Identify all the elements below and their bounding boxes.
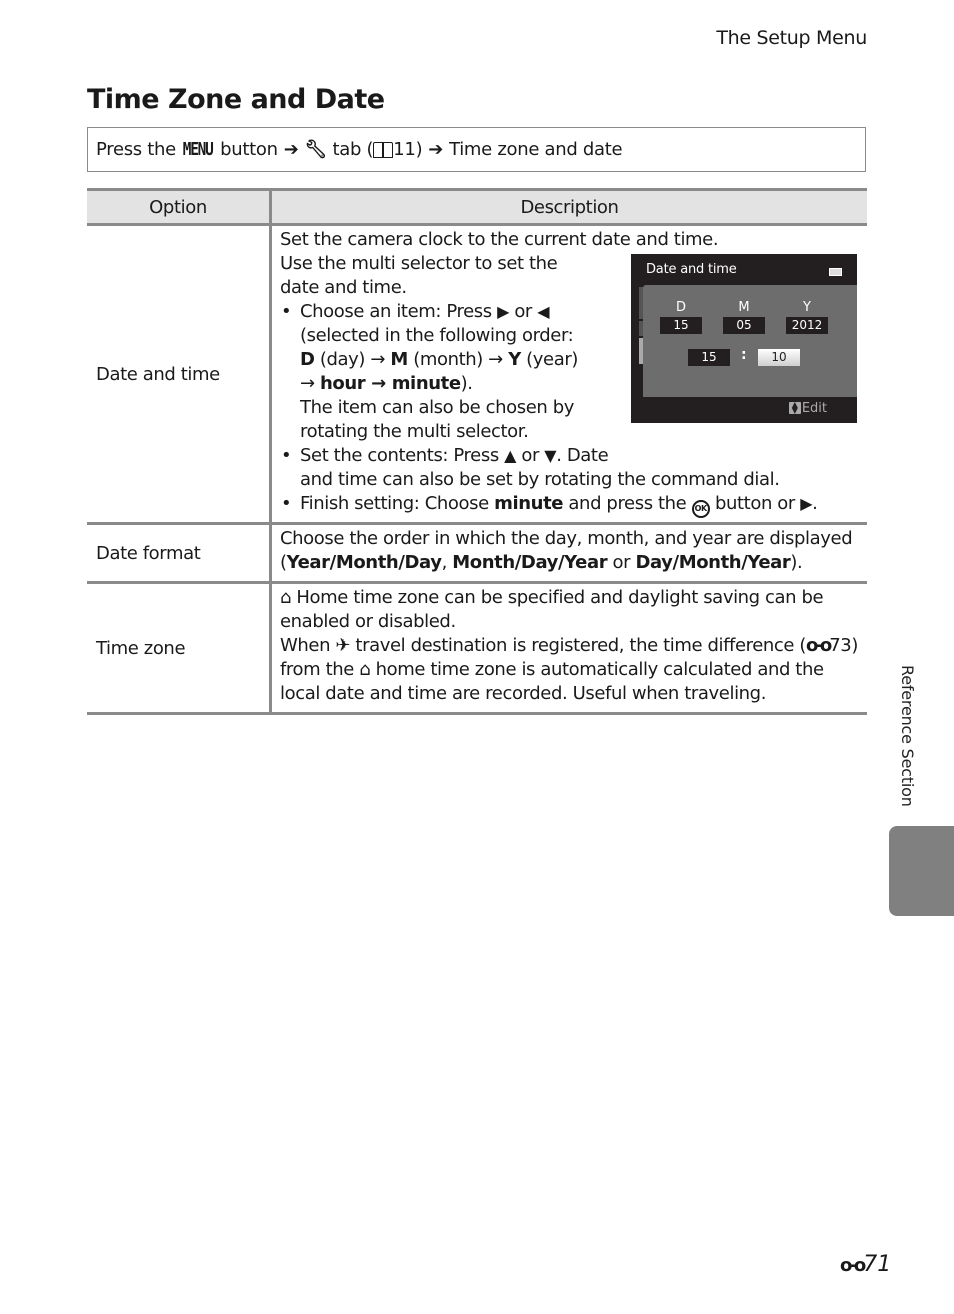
ok-button-icon: OK	[691, 500, 710, 518]
option-cell: Date format	[87, 523, 272, 584]
running-header: The Setup Menu	[716, 27, 867, 49]
intro-text: Set the camera clock to the current date…	[280, 229, 719, 250]
table-row: Date format Choose the order in which th…	[87, 523, 867, 584]
arrow-right-icon: ➔	[283, 139, 299, 160]
month-value: 05	[723, 317, 765, 334]
header-option: Option	[87, 188, 272, 226]
hour-value: 15	[688, 349, 730, 366]
reference-binoculars-icon: o‑o	[806, 635, 832, 656]
menu-path-box: Press the MENU button ➔ 🔧︎ tab ( 11) ➔ Ti…	[87, 127, 866, 172]
home-icon: ⌂	[280, 587, 292, 608]
table-row: Time zone ⌂ Home time zone can be specif…	[87, 582, 867, 715]
time-separator: :	[741, 347, 747, 363]
list-item: Choose an item: Press ▶ or ◀ (selected i…	[281, 300, 590, 444]
nav-button-word: button	[220, 139, 278, 160]
book-icon	[373, 141, 394, 158]
up-down-icon: ▲ ▼	[788, 401, 801, 415]
nav-destination: Time zone and date	[449, 139, 623, 160]
triangle-down-icon: ▼	[544, 446, 557, 465]
nav-tab-word: tab (	[332, 139, 374, 160]
camera-screen-illustration: Date and time D M Y 15 05 2012 15 : 10 ▲…	[631, 254, 857, 423]
table-header-row: Option Description	[87, 188, 867, 226]
triangle-up-icon: ▲	[504, 446, 517, 465]
page-title: Time Zone and Date	[87, 84, 385, 115]
edit-hint: ▲ ▼ Edit	[788, 401, 827, 416]
reference-binoculars-icon: o‑o	[840, 1255, 866, 1276]
header-description: Description	[270, 188, 867, 226]
arrow-right-icon: ➔	[428, 139, 444, 160]
airplane-icon: ✈	[335, 635, 351, 656]
wrench-icon: 🔧︎	[304, 139, 328, 160]
year-label: Y	[803, 300, 811, 315]
description-cell: ⌂ Home time zone can be specified and da…	[270, 582, 867, 715]
section-side-label: Reference Section	[898, 665, 917, 807]
screen-panel: D M Y 15 05 2012 15 : 10	[643, 285, 857, 397]
year-value: 2012	[786, 317, 828, 334]
nav-page-ref: 11)	[393, 139, 423, 160]
day-label: D	[675, 300, 686, 315]
month-label: M	[738, 300, 750, 315]
description-cell: Choose the order in which the day, month…	[270, 523, 867, 584]
triangle-left-icon: ◀	[537, 302, 550, 321]
battery-icon	[829, 268, 842, 276]
day-value: 15	[660, 317, 702, 334]
triangle-right-icon: ▶	[800, 494, 813, 513]
menu-button-glyph: MENU	[183, 139, 214, 160]
page-number: o‑o71	[840, 1252, 892, 1277]
home-icon: ⌂	[359, 659, 371, 680]
section-thumb-tab	[889, 826, 954, 916]
list-item: Finish setting: Choose minute and press …	[281, 492, 867, 518]
screen-title: Date and time	[646, 262, 737, 277]
triangle-right-icon: ▶	[497, 302, 509, 321]
minute-value-selected: 10	[758, 349, 800, 366]
list-item: Set the contents: Press ▲ or ▼. Date and…	[281, 444, 867, 492]
intro-text-2: Use the multi selector to set the date a…	[280, 253, 558, 298]
option-cell: Time zone	[87, 582, 272, 715]
option-cell: Date and time	[87, 224, 272, 525]
nav-prefix: Press the	[96, 139, 176, 160]
